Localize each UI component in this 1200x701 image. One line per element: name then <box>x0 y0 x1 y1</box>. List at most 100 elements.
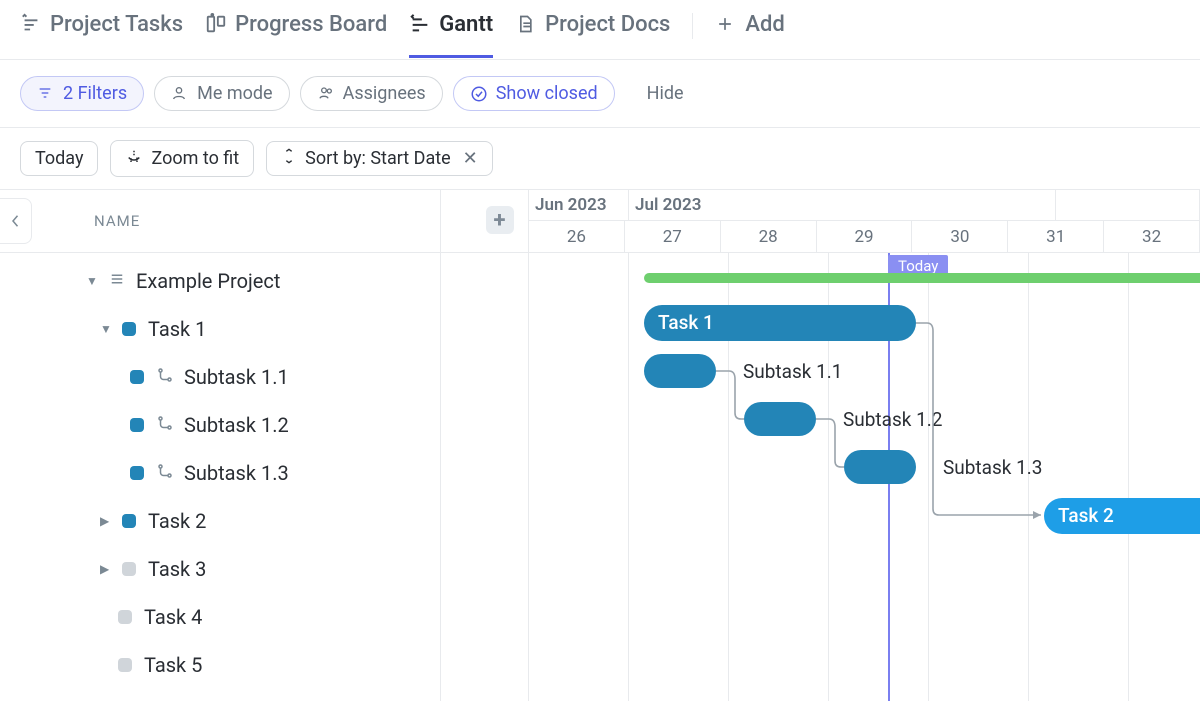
subtask-icon <box>156 461 174 485</box>
clear-sort-icon[interactable]: ✕ <box>463 148 478 169</box>
gantt-bar-sub12[interactable] <box>744 402 816 436</box>
column-divider[interactable] <box>440 190 441 701</box>
zoom-label: Zoom to fit <box>151 148 239 169</box>
gantt-icon <box>409 13 431 35</box>
filter-bar: 2 Filters Me mode Assignees Show closed … <box>0 60 1200 128</box>
gantt-bar-sub13[interactable] <box>844 450 916 484</box>
tree-row-project[interactable]: ▼ Example Project <box>0 257 528 305</box>
task-tree: ▼ Example Project ▼ Task 1 Subtask 1.1 <box>0 253 528 689</box>
status-chip[interactable] <box>122 562 136 576</box>
bar-label: Task 1 <box>644 305 916 334</box>
grid-column <box>529 253 629 701</box>
caret-right-icon[interactable]: ▶ <box>100 514 114 528</box>
person-icon <box>171 85 189 103</box>
tree-row-subtask[interactable]: Subtask 1.3 <box>0 449 528 497</box>
tab-gantt[interactable]: Gantt <box>409 12 493 58</box>
zoom-to-fit-button[interactable]: Zoom to fit <box>110 140 254 177</box>
filters-label: 2 Filters <box>63 83 127 104</box>
tab-label: Project Tasks <box>50 12 183 37</box>
view-tabs: Project Tasks Progress Board Gantt Proje… <box>0 0 1200 60</box>
gantt-body[interactable]: Today Task 1 Subtask 1.1 Subtask 1.2 Sub… <box>529 253 1200 701</box>
status-chip[interactable] <box>122 514 136 528</box>
assignees-label: Assignees <box>343 83 426 104</box>
hide-label: Hide <box>647 83 684 104</box>
week-cell: 30 <box>912 221 1008 252</box>
gantt-panel: Jun 2023 Jul 2023 26 27 28 29 30 31 32 T… <box>529 190 1200 701</box>
subtask-icon <box>156 365 174 389</box>
status-chip[interactable] <box>130 466 144 480</box>
tree-row-task2[interactable]: ▶ Task 2 <box>0 497 528 545</box>
tab-separator <box>692 13 693 39</box>
list-icon <box>108 269 126 293</box>
tab-label: Progress Board <box>235 12 387 37</box>
timeline-weeks: 26 27 28 29 30 31 32 <box>529 221 1200 253</box>
tab-project-docs[interactable]: Project Docs <box>515 12 670 58</box>
timeline-months: Jun 2023 Jul 2023 <box>529 190 1200 221</box>
tab-progress-board[interactable]: Progress Board <box>205 12 387 58</box>
subtask-icon <box>156 413 174 437</box>
week-cell: 32 <box>1104 221 1200 252</box>
tree-label: Task 2 <box>148 509 206 533</box>
bar-label: Task 2 <box>1044 498 1200 527</box>
caret-down-icon[interactable]: ▼ <box>86 274 100 288</box>
filter-icon <box>37 85 55 103</box>
caret-down-icon[interactable]: ▼ <box>100 322 114 336</box>
week-cell: 26 <box>529 221 625 252</box>
tab-label: Gantt <box>439 12 493 37</box>
zoom-fit-icon <box>125 147 143 170</box>
tree-row-task1[interactable]: ▼ Task 1 <box>0 305 528 353</box>
gantt-split: NAME + ▼ Example Project ▼ Task 1 <box>0 189 1200 701</box>
doc-icon <box>515 13 537 35</box>
today-button[interactable]: Today <box>20 141 98 176</box>
me-mode-pill[interactable]: Me mode <box>154 76 289 111</box>
bar-label: Subtask 1.1 <box>743 360 843 383</box>
hide-button[interactable]: Hide <box>647 83 684 104</box>
tree-label: Subtask 1.3 <box>184 461 289 485</box>
tab-add-view[interactable]: Add <box>715 12 784 58</box>
caret-right-icon[interactable]: ▶ <box>100 562 114 576</box>
board-icon <box>205 13 227 35</box>
tree-row-task4[interactable]: Task 4 <box>0 593 528 641</box>
status-chip[interactable] <box>130 418 144 432</box>
grid-column <box>1129 253 1200 701</box>
task-tree-panel: NAME + ▼ Example Project ▼ Task 1 <box>0 190 529 701</box>
week-cell: 27 <box>625 221 721 252</box>
gantt-bar-project[interactable] <box>644 273 1200 283</box>
gantt-bar-task1[interactable]: Task 1 <box>644 305 916 341</box>
today-label: Today <box>35 148 83 169</box>
show-closed-pill[interactable]: Show closed <box>453 76 615 111</box>
tree-row-subtask[interactable]: Subtask 1.1 <box>0 353 528 401</box>
tree-label: Task 5 <box>144 653 202 677</box>
tree-label: Subtask 1.1 <box>184 365 289 389</box>
gantt-bar-task2[interactable]: Task 2 <box>1044 498 1200 534</box>
tree-label: Task 1 <box>148 317 206 341</box>
tree-label: Task 3 <box>148 557 206 581</box>
status-chip[interactable] <box>118 658 132 672</box>
assignees-pill[interactable]: Assignees <box>300 76 443 111</box>
status-chip[interactable] <box>130 370 144 384</box>
tree-row-subtask[interactable]: Subtask 1.2 <box>0 401 528 449</box>
check-circle-icon <box>470 85 488 103</box>
tab-label: Project Docs <box>545 12 670 37</box>
status-chip[interactable] <box>118 610 132 624</box>
people-icon <box>317 85 335 103</box>
filters-pill[interactable]: 2 Filters <box>20 76 144 111</box>
tree-row-task3[interactable]: ▶ Task 3 <box>0 545 528 593</box>
tree-row-task5[interactable]: Task 5 <box>0 641 528 689</box>
tab-project-tasks[interactable]: Project Tasks <box>20 12 183 58</box>
gantt-toolbar: Today Zoom to fit Sort by: Start Date ✕ <box>0 128 1200 189</box>
month-cell: Jun 2023 <box>529 190 629 220</box>
month-cell <box>1056 190 1200 220</box>
add-column-button[interactable]: + <box>486 206 514 234</box>
week-cell: 29 <box>817 221 913 252</box>
collapse-left-panel[interactable] <box>0 198 32 244</box>
gantt-bar-sub11[interactable] <box>644 354 716 388</box>
gantt-list-icon <box>20 13 42 35</box>
sort-icon <box>281 148 297 169</box>
bar-label: Subtask 1.3 <box>943 456 1043 479</box>
sort-button[interactable]: Sort by: Start Date ✕ <box>266 141 493 176</box>
week-cell: 31 <box>1008 221 1104 252</box>
bar-label: Subtask 1.2 <box>843 408 943 431</box>
name-column-header: NAME <box>94 212 140 230</box>
status-chip[interactable] <box>122 322 136 336</box>
